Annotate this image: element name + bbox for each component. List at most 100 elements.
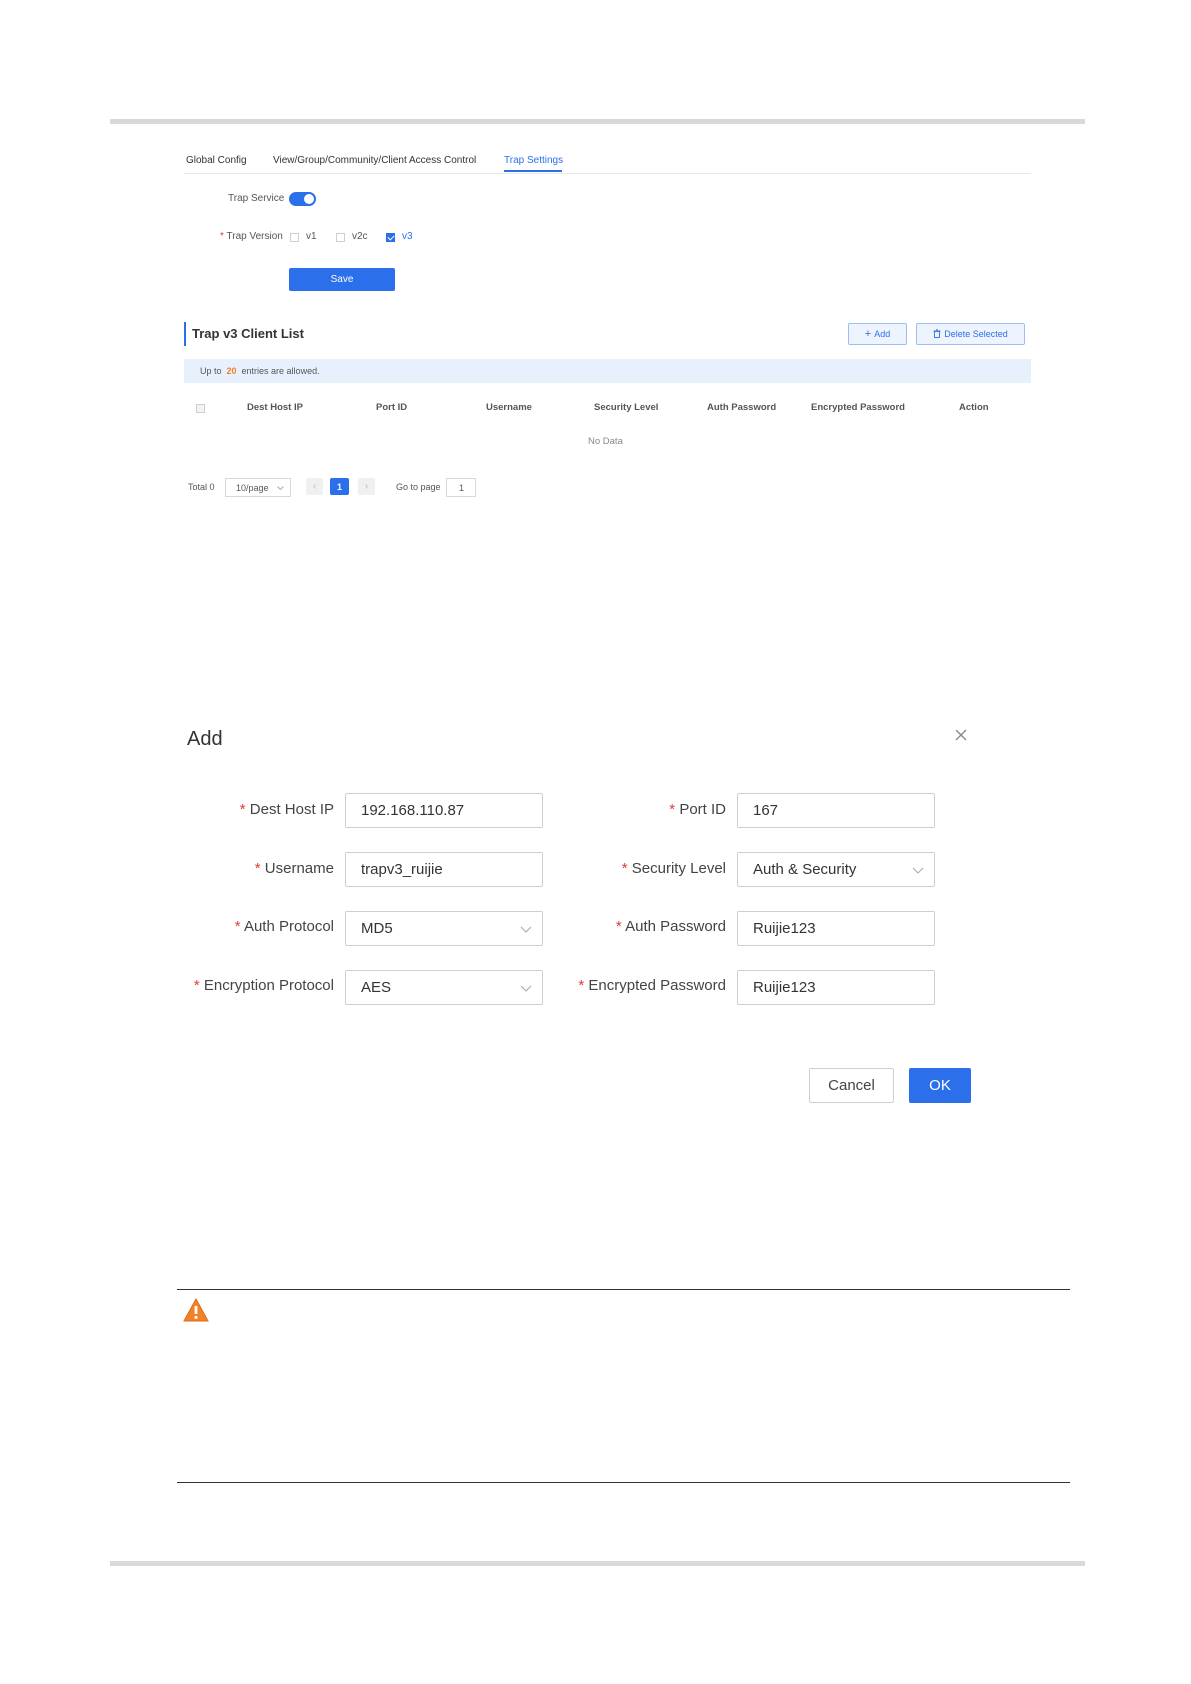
encryption-protocol-value: AES	[361, 979, 392, 996]
port-id-label-text: Port ID	[679, 801, 726, 818]
auth-password-label-text: Auth Password	[625, 918, 726, 935]
active-tab-indicator	[504, 170, 562, 172]
toggle-knob	[304, 194, 314, 204]
dest-host-ip-value: 192.168.110.87	[361, 802, 465, 819]
security-level-label: * Security Level	[622, 860, 726, 877]
required-mark: *	[193, 977, 200, 994]
delete-selected-button[interactable]: Delete Selected	[916, 323, 1025, 345]
dest-host-ip-input[interactable]: 192.168.110.87	[345, 793, 543, 828]
cancel-button[interactable]: Cancel	[809, 1068, 894, 1103]
add-button-label: Add	[874, 329, 891, 339]
entry-limit-info: Up to 20 entries are allowed.	[184, 359, 1031, 383]
page-size-select[interactable]: 10/page	[225, 478, 291, 497]
trap-service-toggle[interactable]	[289, 192, 316, 206]
username-value: trapv3_ruijie	[361, 861, 443, 878]
auth-protocol-label-text: Auth Protocol	[243, 918, 334, 935]
section-accent-bar	[184, 322, 186, 346]
trap-version-label: * Trap Version	[220, 231, 283, 242]
security-level-select[interactable]: Auth & Security	[737, 852, 935, 887]
auth-protocol-value: MD5	[361, 920, 393, 937]
v2c-label: v2c	[352, 231, 368, 242]
goto-page-label: Go to page	[396, 482, 441, 492]
port-id-input[interactable]: 167	[737, 793, 935, 828]
tab-bar: Global Config View/Group/Community/Clien…	[184, 146, 1031, 174]
info-count: 20	[226, 366, 237, 376]
warning-icon	[183, 1298, 209, 1322]
encryption-protocol-label-text: Encryption Protocol	[203, 977, 334, 994]
next-page-button[interactable]: ›	[358, 478, 375, 495]
encrypted-password-label-text: Encrypted Password	[588, 977, 726, 994]
close-icon[interactable]	[952, 726, 970, 744]
dest-host-ip-label: * Dest Host IP	[240, 801, 334, 818]
add-button[interactable]: + Add	[848, 323, 907, 345]
col-port-id: Port ID	[376, 402, 408, 413]
goto-page-value: 1	[459, 482, 465, 493]
goto-page-input[interactable]: 1	[446, 478, 476, 497]
warning-top-rule	[177, 1289, 1070, 1290]
required-mark: *	[254, 860, 261, 877]
trash-icon	[933, 328, 941, 340]
col-security-level: Security Level	[594, 402, 659, 413]
total-count: Total 0	[188, 482, 215, 492]
port-id-value: 167	[753, 802, 779, 819]
chevron-down-icon	[520, 926, 532, 933]
client-list-title: Trap v3 Client List	[192, 326, 304, 341]
page-size-value: 10/page	[236, 482, 269, 493]
prev-page-button[interactable]: ‹	[306, 478, 323, 495]
auth-password-input[interactable]: Ruijie123	[737, 911, 935, 946]
col-action: Action	[959, 402, 989, 413]
delete-selected-label: Delete Selected	[944, 329, 1008, 339]
encrypted-password-input[interactable]: Ruijie123	[737, 970, 935, 1005]
tab-access-control[interactable]: View/Group/Community/Client Access Contr…	[273, 155, 476, 166]
port-id-label: * Port ID	[669, 801, 726, 818]
security-level-label-text: Security Level	[631, 860, 726, 877]
empty-table-text: No Data	[588, 436, 623, 447]
trap-version-text: Trap Version	[226, 231, 283, 242]
encryption-protocol-label: * Encryption Protocol	[194, 977, 334, 994]
dest-host-ip-label-text: Dest Host IP	[249, 801, 334, 818]
v3-label: v3	[402, 231, 413, 242]
dialog-title: Add	[187, 728, 223, 750]
top-page-rule	[110, 119, 1085, 124]
chevron-down-icon	[277, 486, 284, 491]
required-mark: *	[234, 918, 241, 935]
username-label-text: Username	[264, 860, 334, 877]
chevron-down-icon	[520, 985, 532, 992]
required-mark: *	[220, 231, 224, 242]
current-page-button[interactable]: 1	[330, 478, 349, 495]
auth-protocol-select[interactable]: MD5	[345, 911, 543, 946]
encrypted-password-value: Ruijie123	[753, 979, 816, 996]
required-mark: *	[578, 977, 585, 994]
chevron-down-icon	[912, 867, 924, 874]
v2c-checkbox[interactable]	[336, 233, 345, 242]
plus-icon: +	[864, 328, 872, 340]
username-label: * Username	[255, 860, 334, 877]
bottom-page-rule	[110, 1561, 1085, 1566]
col-dest-host-ip: Dest Host IP	[247, 402, 303, 413]
save-button[interactable]: Save	[289, 268, 395, 291]
v1-checkbox[interactable]	[290, 233, 299, 242]
select-all-checkbox[interactable]	[196, 404, 205, 413]
info-suffix: entries are allowed.	[241, 366, 320, 376]
v1-label: v1	[306, 231, 317, 242]
warning-bottom-rule	[177, 1482, 1070, 1483]
col-username: Username	[486, 402, 532, 413]
auth-password-value: Ruijie123	[753, 920, 816, 937]
required-mark: *	[239, 801, 246, 818]
ok-button[interactable]: OK	[909, 1068, 971, 1103]
v3-checkbox[interactable]	[386, 233, 395, 242]
col-encrypted-password: Encrypted Password	[811, 402, 905, 413]
auth-protocol-label: * Auth Protocol	[235, 918, 334, 935]
security-level-value: Auth & Security	[753, 861, 857, 878]
col-auth-password: Auth Password	[707, 402, 777, 413]
encryption-protocol-select[interactable]: AES	[345, 970, 543, 1005]
trap-service-label: Trap Service	[228, 193, 285, 204]
required-mark: *	[669, 801, 676, 818]
username-input[interactable]: trapv3_ruijie	[345, 852, 543, 887]
info-prefix: Up to	[200, 366, 222, 376]
required-mark: *	[615, 918, 622, 935]
tab-global-config[interactable]: Global Config	[186, 155, 247, 166]
required-mark: *	[621, 860, 628, 877]
encrypted-password-label: * Encrypted Password	[578, 977, 726, 994]
tab-trap-settings[interactable]: Trap Settings	[504, 155, 563, 166]
